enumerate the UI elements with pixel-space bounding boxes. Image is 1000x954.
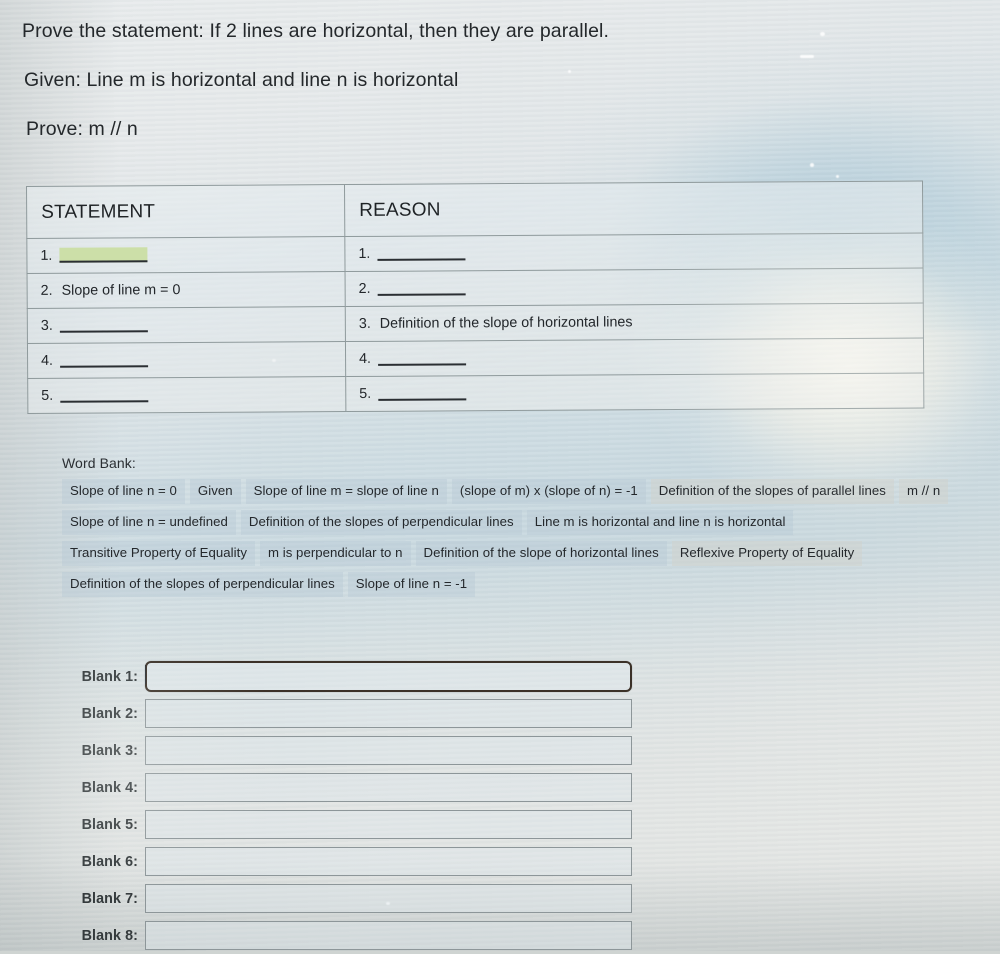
answer-blanks-list: Blank 1: Blank 2: Blank 3: Blank 4: Blank 5:…	[60, 658, 660, 954]
worksheet-content: Prove the statement: If 2 lines are hori…	[0, 0, 1000, 951]
word-bank-item[interactable]: Line m is horizontal and line n is horiz…	[526, 510, 794, 535]
statement-blank-highlighted	[59, 247, 148, 263]
word-bank-item[interactable]: Given	[189, 479, 241, 504]
reason-text: Definition of the slope of horizontal li…	[379, 314, 633, 332]
word-bank-item[interactable]: Definition of the slopes of perpendicula…	[240, 510, 522, 535]
statement-cell: 3.	[27, 306, 346, 344]
reason-cell: 3. Definition of the slope of horizontal …	[345, 303, 924, 342]
given-text: Given: Line m is horizontal and line n i…	[24, 69, 459, 91]
blank-label-2: Blank 2:	[81, 705, 138, 722]
word-bank-item[interactable]: Slope of line n = undefined	[62, 510, 236, 535]
blank-label-6: Blank 6:	[81, 853, 138, 870]
word-bank-item[interactable]: (slope of m) x (slope of n) = -1	[451, 479, 646, 504]
blank-row-6: Blank 6:	[60, 843, 660, 880]
reason-cell: 5.	[345, 373, 924, 412]
table-row: 5. 5.	[27, 373, 924, 414]
blank-row-2: Blank 2:	[60, 695, 660, 732]
blank-label-4: Blank 4:	[81, 779, 138, 796]
blank-row-7: Blank 7:	[60, 880, 660, 917]
statement-cell: 2. Slope of line m = 0	[27, 271, 346, 309]
reason-blank	[377, 258, 466, 261]
blank-row-5: Blank 5:	[60, 806, 660, 843]
word-bank-item[interactable]: Definition of the slopes of parallel lin…	[650, 479, 894, 504]
statement-text: Slope of line m = 0	[61, 282, 181, 299]
word-bank-label: Word Bank:	[62, 455, 136, 471]
word-bank-item[interactable]: Definition of the slopes of perpendicula…	[62, 572, 343, 597]
column-header-statement: STATEMENT	[26, 184, 345, 239]
reason-cell: 2.	[345, 268, 924, 307]
reason-blank	[378, 363, 467, 366]
table-row: 1. 1.	[26, 233, 924, 274]
statement-cell: 4.	[27, 341, 346, 379]
word-bank-chip-rows: Slope of line n = 0 Given Slope of line m …	[62, 479, 982, 597]
blank-input-4[interactable]	[145, 773, 632, 802]
word-bank-item[interactable]: Slope of line n = -1	[347, 572, 476, 597]
reason-row-number: 4.	[359, 350, 372, 367]
blank-label-5: Blank 5:	[81, 816, 138, 833]
column-header-reason: REASON	[344, 181, 923, 237]
word-bank-item[interactable]: Slope of line n = 0	[62, 479, 185, 504]
table-row: 2. Slope of line m = 0 2.	[27, 268, 924, 309]
word-bank-item[interactable]: Slope of line m = slope of line n	[245, 479, 447, 504]
word-bank-item[interactable]: Definition of the slope of horizontal li…	[415, 541, 667, 566]
two-column-proof-table: STATEMENT REASON 1. 1. 2. Slope of line m =…	[26, 180, 925, 414]
word-bank-item[interactable]: m is perpendicular to n	[259, 541, 411, 566]
word-bank: Word Bank: Slope of line n = 0 Given Slope…	[62, 455, 982, 603]
reason-blank	[378, 398, 467, 401]
word-bank-row: Slope of line n = undefined Definition of…	[62, 510, 982, 535]
blank-row-3: Blank 3:	[60, 732, 660, 769]
text-cursor	[145, 665, 146, 684]
blank-row-1: Blank 1:	[60, 658, 660, 695]
word-bank-item[interactable]: Reflexive Property of Equality	[671, 541, 863, 566]
blank-input-1[interactable]	[145, 661, 632, 692]
reason-row-number: 3.	[358, 315, 371, 332]
prove-text: Prove: m // n	[26, 118, 138, 140]
blank-input-6[interactable]	[145, 847, 632, 876]
prove-statement-text: Prove the statement: If 2 lines are hori…	[22, 20, 610, 42]
statement-row-number: 5.	[41, 387, 54, 404]
word-bank-row: Definition of the slopes of perpendicula…	[62, 572, 982, 597]
statement-cell: 5.	[27, 376, 346, 414]
blank-row-8: Blank 8:	[60, 917, 660, 954]
word-bank-row: Transitive Property of Equality m is perp…	[62, 541, 982, 566]
table-header-row: STATEMENT REASON	[26, 181, 923, 239]
reason-blank	[377, 293, 466, 296]
statement-row-number: 2.	[40, 282, 53, 299]
reason-row-number: 5.	[359, 385, 372, 402]
blank-label-1: Blank 1:	[81, 668, 138, 685]
word-bank-item[interactable]: Transitive Property of Equality	[62, 541, 255, 566]
proof-table-body: 1. 1. 2. Slope of line m = 0 2. 3. 3. Definitio…	[26, 233, 924, 414]
word-bank-row: Slope of line n = 0 Given Slope of line m …	[62, 479, 982, 504]
blank-input-2[interactable]	[145, 699, 632, 728]
blank-input-3[interactable]	[145, 736, 632, 765]
blank-label-7: Blank 7:	[81, 890, 138, 907]
statement-row-number: 3.	[40, 317, 53, 334]
table-row: 4. 4.	[27, 338, 924, 379]
table-row: 3. 3. Definition of the slope of horizonta…	[27, 303, 924, 344]
blank-label-3: Blank 3:	[81, 742, 138, 759]
blank-row-4: Blank 4:	[60, 769, 660, 806]
reason-cell: 1.	[344, 233, 924, 272]
reason-cell: 4.	[345, 338, 924, 377]
blank-label-8: Blank 8:	[81, 927, 138, 944]
word-bank-item[interactable]: m // n	[898, 479, 949, 504]
statement-blank	[60, 365, 149, 368]
statement-row-number: 1.	[40, 247, 53, 264]
reason-row-number: 2.	[358, 280, 371, 297]
statement-blank	[59, 330, 148, 333]
blank-input-7[interactable]	[145, 884, 632, 913]
statement-cell: 1.	[26, 236, 346, 274]
blank-input-5[interactable]	[145, 810, 632, 839]
blank-input-8[interactable]	[145, 921, 632, 950]
reason-row-number: 1.	[358, 245, 371, 262]
statement-blank	[60, 400, 149, 403]
statement-row-number: 4.	[41, 352, 54, 369]
